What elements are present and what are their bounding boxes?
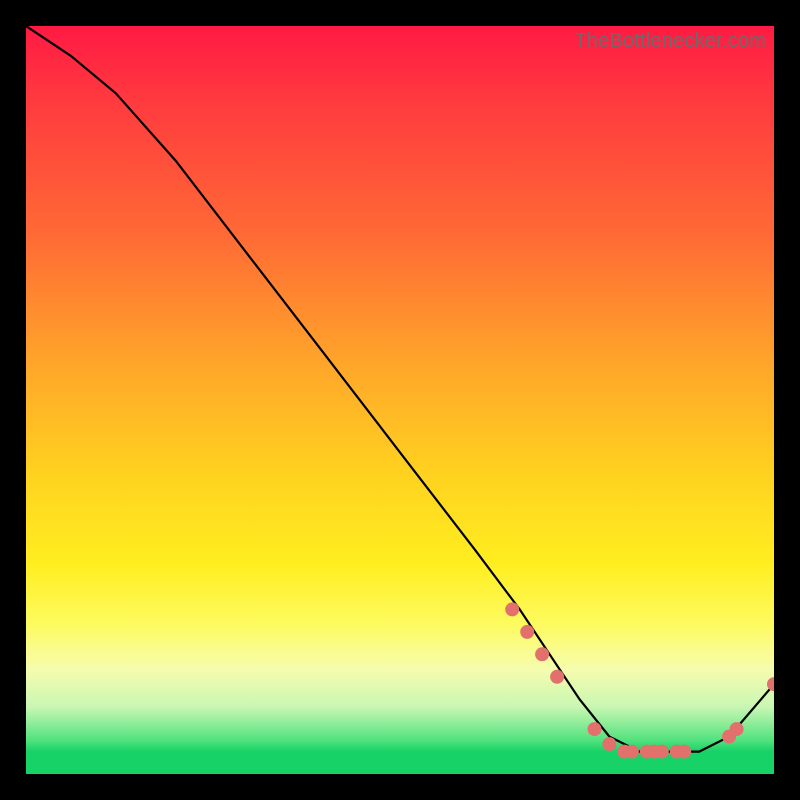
- marker-dot: [625, 745, 639, 759]
- marker-dot: [655, 745, 669, 759]
- marker-dot: [505, 602, 519, 616]
- marker-dot: [535, 647, 549, 661]
- marker-dot: [767, 677, 774, 691]
- marker-dot: [550, 670, 564, 684]
- marker-dot: [730, 722, 744, 736]
- gradient-plot-area: TheBottlenecker.com: [26, 26, 774, 774]
- curve-layer: [26, 26, 774, 774]
- marker-dot: [520, 625, 534, 639]
- marker-dot: [677, 745, 691, 759]
- chart-frame: TheBottlenecker.com: [0, 0, 800, 800]
- marker-dot: [588, 722, 602, 736]
- marker-dot: [602, 737, 616, 751]
- bottleneck-curve: [26, 26, 774, 752]
- marker-group: [505, 602, 774, 758]
- watermark-text: TheBottlenecker.com: [574, 30, 766, 53]
